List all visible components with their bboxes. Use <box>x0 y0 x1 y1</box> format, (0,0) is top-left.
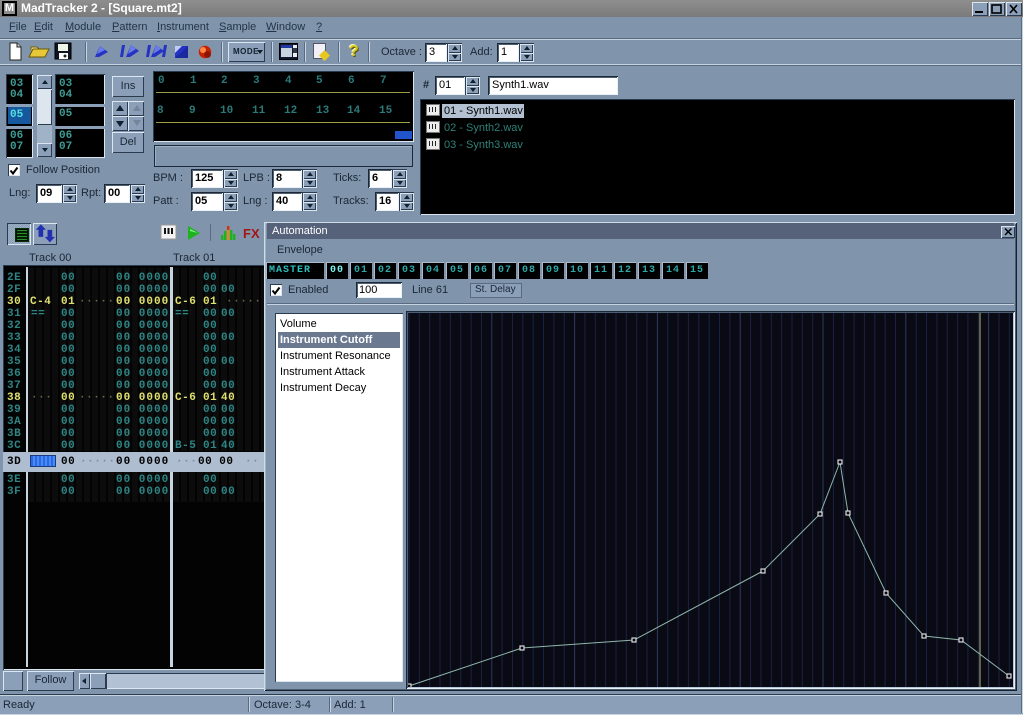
svg-text:FX: FX <box>243 226 260 241</box>
